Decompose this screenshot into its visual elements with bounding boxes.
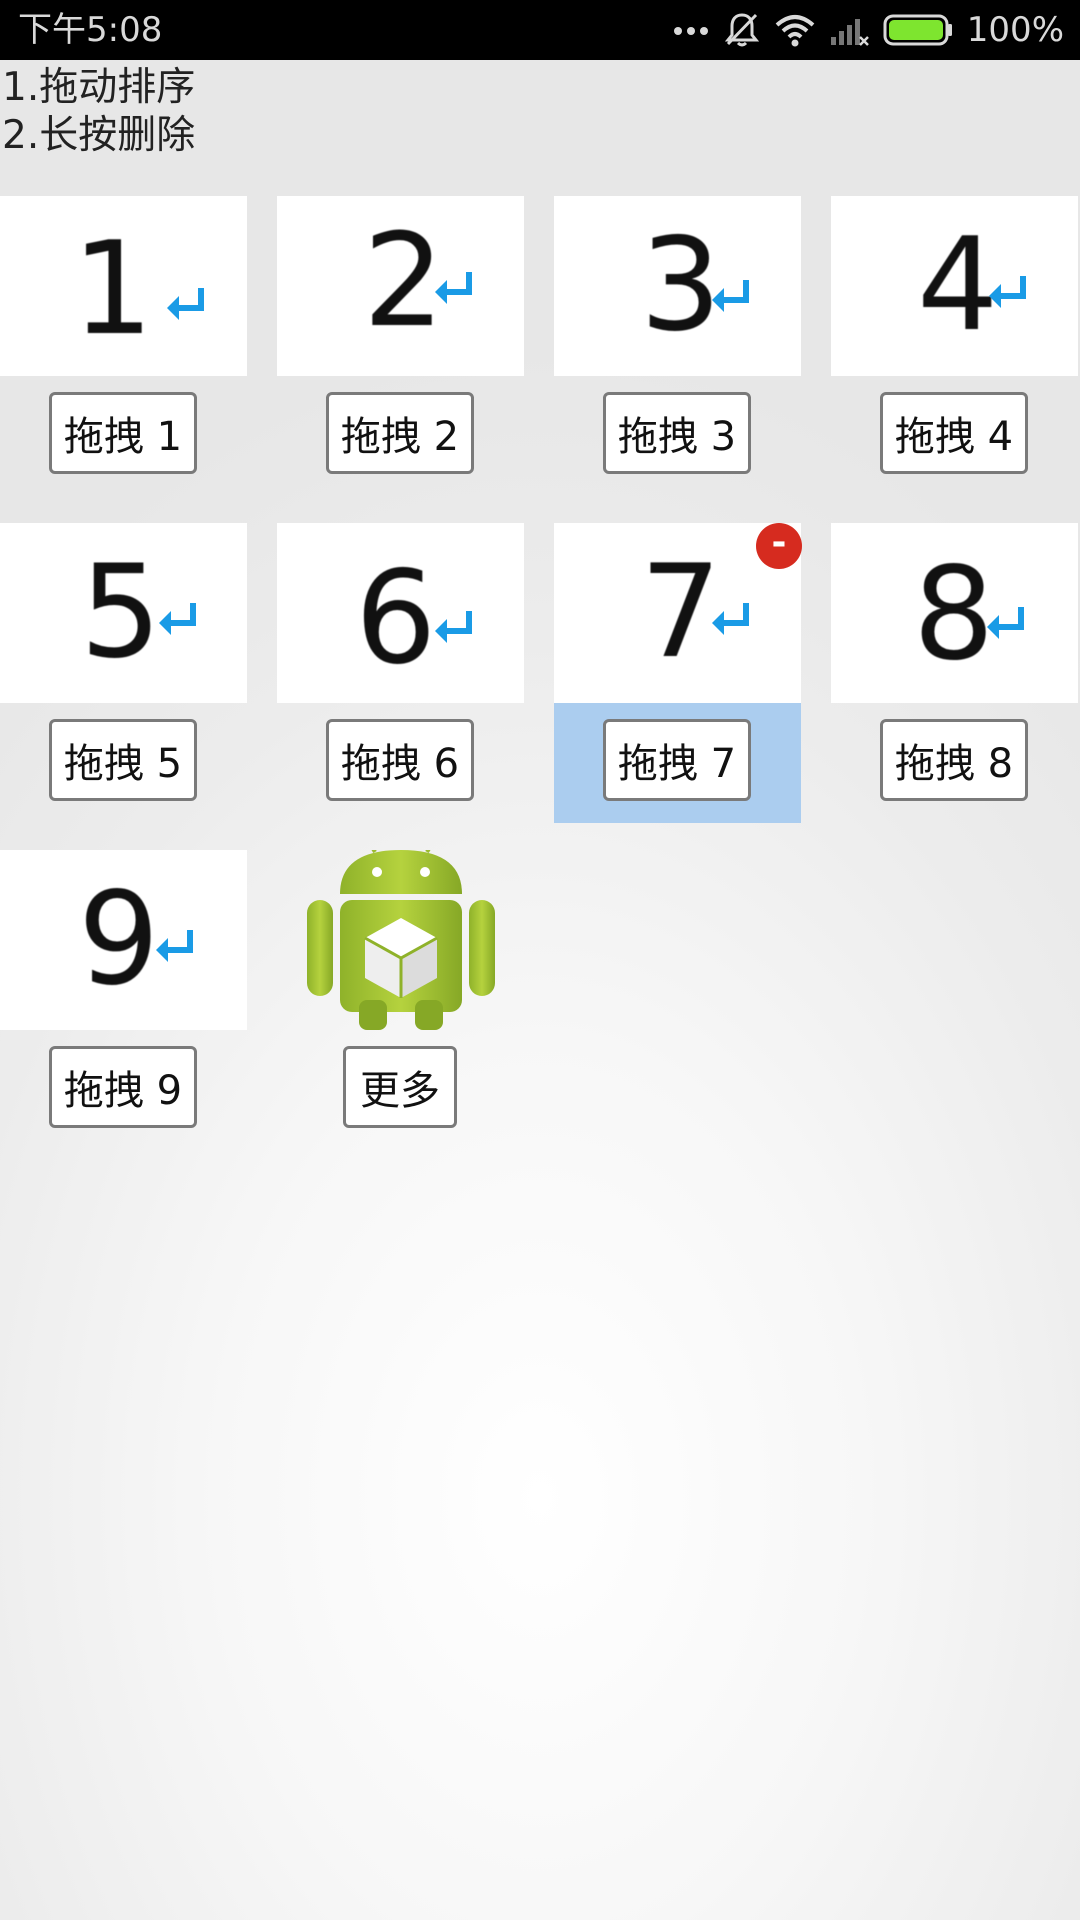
silent-bell-icon — [723, 11, 761, 49]
tile-digit-6: 6 — [355, 544, 437, 693]
tile-image-1: 1 — [0, 196, 247, 376]
status-icons: 100% — [673, 0, 1064, 60]
more-dots-icon — [673, 24, 709, 36]
tile-image-2: 2 — [277, 196, 524, 376]
grid-item-2[interactable]: 2 拖拽 2 — [277, 196, 524, 506]
instruction-drag-sort: 1.拖动排序 — [2, 65, 196, 110]
grid-item-3[interactable]: 3 拖拽 3 — [554, 196, 801, 506]
instruction-long-press-delete: 2.长按删除 — [2, 113, 196, 158]
tile-image-5: 5 — [0, 523, 247, 703]
drag-button-3[interactable]: 拖拽 3 — [603, 392, 751, 474]
return-arrow-icon — [712, 603, 749, 635]
return-arrow-icon — [989, 276, 1026, 308]
tile-image-9: 9 — [0, 850, 247, 1030]
drag-button-6[interactable]: 拖拽 6 — [326, 719, 474, 801]
return-arrow-icon — [156, 930, 193, 962]
return-arrow-icon — [159, 603, 196, 635]
battery-icon — [883, 13, 953, 47]
return-arrow-icon — [712, 280, 749, 312]
status-time: 下午5:08 — [18, 10, 163, 50]
drag-button-4[interactable]: 拖拽 4 — [880, 392, 1028, 474]
return-arrow-icon — [435, 611, 472, 643]
drag-button-8[interactable]: 拖拽 8 — [880, 719, 1028, 801]
tile-digit-9: 9 — [78, 865, 160, 1014]
tile-image-8: 8 — [831, 523, 1078, 703]
tile-digit-5: 5 — [80, 538, 162, 687]
drag-button-9[interactable]: 拖拽 9 — [49, 1046, 197, 1128]
delete-badge[interactable]: - — [756, 523, 802, 569]
grid-item-8[interactable]: 8 拖拽 8 — [831, 523, 1078, 833]
tile-image-3: 3 — [554, 196, 801, 376]
drag-button-1[interactable]: 拖拽 1 — [49, 392, 197, 474]
battery-percent: 100% — [966, 10, 1064, 50]
drag-button-7[interactable]: 拖拽 7 — [603, 719, 751, 801]
grid-item-9[interactable]: 9 拖拽 9 — [0, 850, 247, 1160]
android-package-icon — [277, 840, 524, 1030]
return-arrow-icon — [987, 607, 1024, 639]
tile-image-6: 6 — [277, 523, 524, 703]
return-arrow-icon — [167, 288, 204, 320]
wifi-icon — [775, 13, 815, 47]
instructions: 1.拖动排序 2.长按删除 — [2, 64, 195, 160]
drag-button-2[interactable]: 拖拽 2 — [326, 392, 474, 474]
grid-item-6[interactable]: 6 拖拽 6 — [277, 523, 524, 833]
grid-item-4[interactable]: 4 拖拽 4 — [831, 196, 1078, 506]
grid-item-more[interactable]: 更多 — [277, 840, 524, 1160]
signal-icon — [829, 13, 869, 47]
return-arrow-icon — [435, 272, 472, 304]
grid-item-7-selected[interactable]: 7 - 拖拽 7 — [554, 523, 802, 833]
grid-item-5[interactable]: 5 拖拽 5 — [0, 523, 247, 833]
more-button[interactable]: 更多 — [343, 1046, 457, 1128]
tile-digit-1: 1 — [72, 215, 154, 364]
status-bar: 下午5:08 100% — [0, 0, 1080, 60]
grid-item-1[interactable]: 1 拖拽 1 — [0, 196, 247, 506]
drag-button-5[interactable]: 拖拽 5 — [49, 719, 197, 801]
tile-image-4: 4 — [831, 196, 1078, 376]
